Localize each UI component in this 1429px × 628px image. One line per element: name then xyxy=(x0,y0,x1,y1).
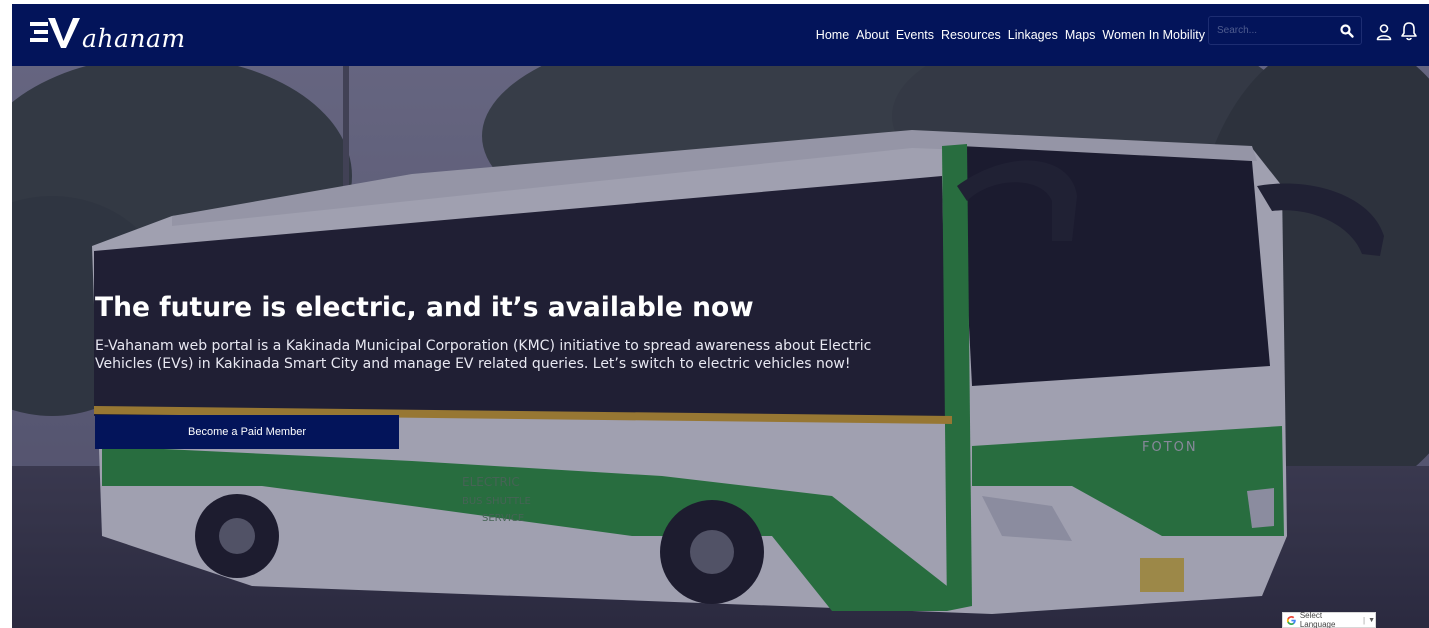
hero-banner: FOTON ELECTRIC BUS SHUTTLE SERVICE The f… xyxy=(12,66,1429,628)
become-paid-member-button[interactable]: Become a Paid Member xyxy=(95,415,399,449)
divider: | xyxy=(1362,615,1366,625)
user-icon[interactable] xyxy=(1375,23,1393,41)
nav-about[interactable]: About xyxy=(856,28,889,42)
logo-mark-icon xyxy=(30,18,80,48)
language-selector-label: Select Language xyxy=(1299,611,1336,628)
main-nav: Home About Events Resources Linkages Map… xyxy=(816,4,1205,66)
nav-women-in-mobility[interactable]: Women In Mobility xyxy=(1102,28,1205,42)
search-icon[interactable] xyxy=(1339,23,1355,39)
google-g-icon xyxy=(1286,615,1296,625)
nav-events[interactable]: Events xyxy=(896,28,934,42)
left-margin xyxy=(0,0,12,628)
nav-maps[interactable]: Maps xyxy=(1065,28,1096,42)
nav-home[interactable]: Home xyxy=(816,28,849,42)
page: ahanam Home About Events Resources Linka… xyxy=(0,0,1429,628)
search-box xyxy=(1208,16,1362,45)
hero-title: The future is electric, and it’s availab… xyxy=(95,292,754,323)
logo-text: ahanam xyxy=(82,23,186,53)
nav-linkages[interactable]: Linkages xyxy=(1008,28,1058,42)
hero-description: E-Vahanam web portal is a Kakinada Munic… xyxy=(95,338,872,372)
dropdown-arrow-icon: ▼ xyxy=(1368,616,1375,624)
bell-icon[interactable] xyxy=(1400,21,1418,42)
site-logo[interactable]: ahanam xyxy=(28,14,186,54)
nav-resources[interactable]: Resources xyxy=(941,28,1001,42)
site-header: ahanam Home About Events Resources Linka… xyxy=(12,4,1429,66)
language-selector[interactable]: Select Language | ▼ xyxy=(1282,611,1376,628)
search-input[interactable] xyxy=(1209,24,1339,37)
